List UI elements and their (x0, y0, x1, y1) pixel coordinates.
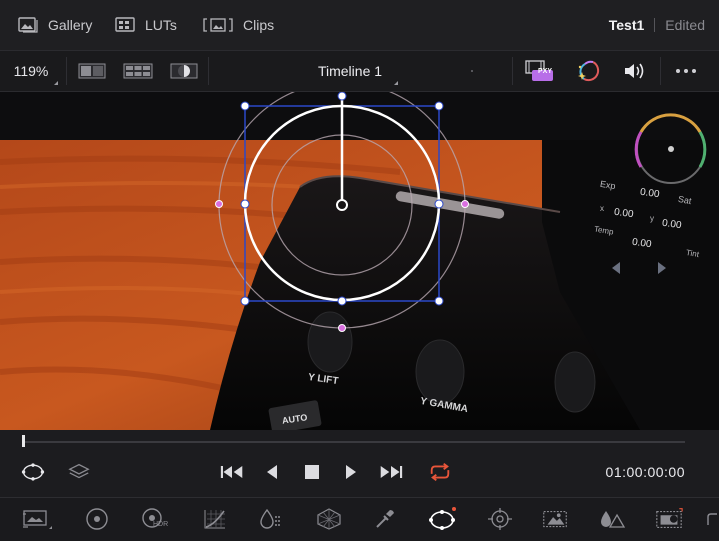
palette-magic-mask[interactable] (540, 505, 570, 533)
palette-tracker[interactable] (485, 505, 515, 533)
top-bar: Gallery LUTs Clips Test1 Edited (0, 0, 719, 50)
palette-lut-browser[interactable] (22, 505, 52, 533)
palette-power-window[interactable] (427, 505, 457, 533)
palette-key[interactable] (654, 505, 684, 533)
luts-icon (115, 17, 135, 32)
grid-view-button[interactable] (120, 51, 156, 91)
go-to-start-button[interactable] (220, 460, 244, 484)
proxy-badge: PXY (537, 68, 552, 75)
eyedropper-icon (376, 510, 394, 528)
palette-color-warper[interactable] (314, 505, 344, 533)
grid-view-icon (123, 63, 153, 79)
project-separator (654, 18, 656, 32)
play-reverse-icon (267, 465, 277, 479)
palette-curves[interactable] (200, 505, 230, 533)
clips-tab[interactable]: Clips (203, 0, 274, 50)
transport-bar: 01:00:00:00 (0, 430, 719, 497)
project-info: Test1 Edited (609, 0, 705, 50)
viewer-toolbar: 119% Timeline 1 PXY (0, 50, 719, 92)
palette-blur[interactable] (597, 505, 627, 533)
arrow-partial-icon (707, 513, 717, 525)
step-back-button[interactable] (260, 460, 284, 484)
skip-back-icon (220, 466, 243, 478)
timeline-dropdown-indicator (394, 81, 398, 85)
palette-bar: HDR (0, 497, 719, 541)
blur-droplet-icon (601, 511, 626, 528)
window-circle-icon (21, 463, 45, 481)
gallery-label: Gallery (48, 17, 93, 33)
divider (208, 57, 209, 85)
palette-picker[interactable] (370, 505, 400, 533)
wipe-compare-icon (170, 63, 198, 79)
gallery-icon (18, 17, 38, 33)
more-icon (676, 69, 696, 73)
status-dot (471, 70, 473, 72)
key-matte-icon (656, 508, 683, 528)
gallery-tab[interactable]: Gallery (18, 0, 92, 50)
droplet-icon (260, 508, 280, 529)
play-button[interactable] (339, 460, 363, 484)
play-icon (346, 465, 356, 479)
color-magic-button[interactable] (572, 51, 606, 91)
stop-icon (305, 465, 319, 479)
zoom-dropdown-indicator (54, 81, 58, 85)
layers-button[interactable] (67, 460, 91, 484)
window-tool-button[interactable] (21, 460, 45, 484)
palette-hdr[interactable]: HDR (138, 505, 168, 533)
speaker-icon (625, 63, 644, 79)
wipe-view-button[interactable] (166, 51, 202, 91)
stop-button[interactable] (300, 460, 324, 484)
split-screen-icon (78, 63, 106, 79)
project-name: Test1 (608, 17, 645, 33)
luts-tab[interactable]: LUTs (115, 0, 177, 50)
color-wheel-icon (86, 508, 108, 530)
timecode: 01:00:00:00 (605, 464, 685, 480)
timeline-title: Timeline 1 (317, 63, 383, 79)
media-icon (23, 510, 52, 529)
loop-button[interactable] (428, 460, 452, 484)
layers-icon (68, 463, 90, 479)
timeline-selector[interactable]: Timeline 1 (300, 51, 400, 91)
clips-label: Clips (243, 17, 275, 33)
zoom-value: 119% (13, 63, 49, 79)
viewer[interactable]: Y LIFT Y GAMMA AUTO Exp 0.00 Sat x 0.00 … (0, 92, 719, 430)
warper-mesh-icon (317, 508, 341, 530)
magic-mask-icon (543, 510, 567, 528)
project-status: Edited (665, 17, 705, 33)
tracker-target-icon (488, 508, 512, 530)
more-options-button[interactable] (668, 51, 704, 91)
zoom-selector[interactable]: 119% (0, 51, 62, 91)
hdr-badge: HDR (153, 521, 169, 528)
curves-icon (204, 510, 225, 529)
skip-forward-icon (380, 466, 403, 478)
split-view-button[interactable] (76, 51, 108, 91)
loop-icon (430, 462, 450, 482)
proxy-button[interactable]: PXY (522, 51, 556, 91)
luts-label: LUTs (145, 17, 177, 33)
volume-button[interactable] (618, 51, 652, 91)
divider (660, 57, 661, 85)
scrubber-track[interactable] (24, 441, 685, 443)
go-to-end-button[interactable] (379, 460, 403, 484)
palette-primaries[interactable] (82, 505, 112, 533)
power-window-overlay[interactable] (0, 92, 719, 430)
palette-qualifier[interactable] (256, 505, 286, 533)
clips-icon (203, 18, 233, 32)
power-window-icon (429, 507, 456, 530)
divider (512, 57, 513, 85)
toolbar-dot (466, 51, 478, 91)
divider (66, 57, 67, 85)
playhead[interactable] (22, 435, 25, 447)
magic-color-icon (578, 60, 600, 82)
palette-overflow[interactable] (703, 505, 719, 533)
